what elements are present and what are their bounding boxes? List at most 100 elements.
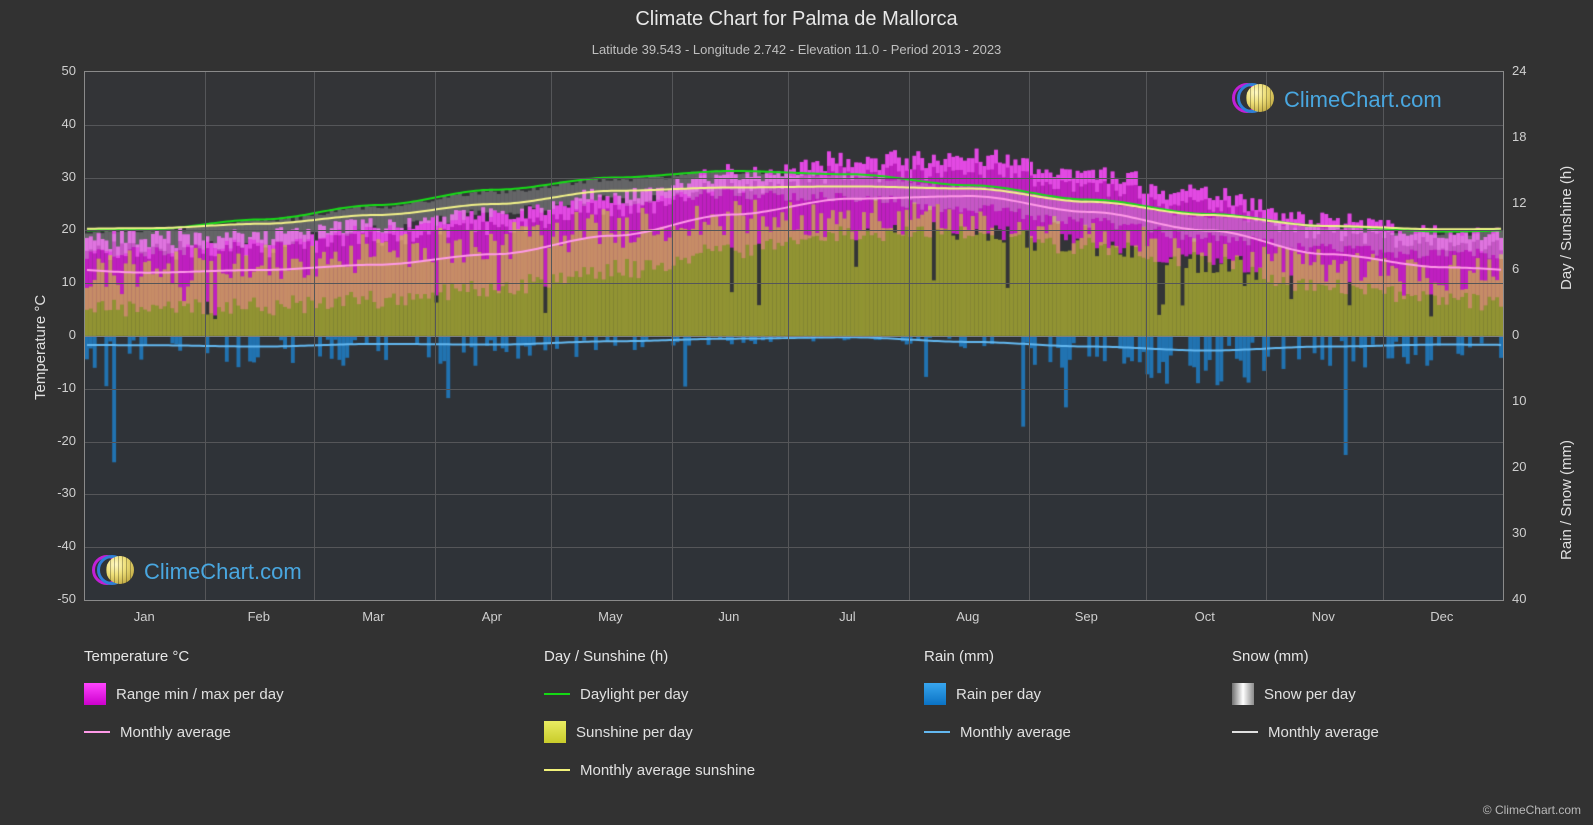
right-lower-axis-tick-label: 20 (1512, 459, 1527, 474)
gridline-vertical (788, 72, 790, 600)
legend-column: Day / Sunshine (h) Daylight per day Sunshi… (544, 648, 755, 793)
x-axis-tick-label: Jun (718, 609, 740, 624)
legend-item-label: Snow per day (1264, 685, 1356, 703)
right-upper-axis-tick-label: 0 (1512, 327, 1520, 342)
left-axis-tick-label: -40 (57, 538, 76, 554)
page-title: Climate Chart for Palma de Mallorca (635, 8, 958, 30)
left-axis-tick-label: 10 (61, 274, 76, 290)
gridline-horizontal (85, 283, 1503, 285)
gridline-horizontal (85, 388, 1503, 390)
right-lower-axis-tick-label: 10 (1512, 393, 1527, 408)
right-upper-axis-tick-label: 12 (1512, 195, 1527, 210)
legend-column-title: Day / Sunshine (h) (544, 648, 669, 665)
gridline-horizontal (85, 177, 1503, 179)
left-axis-tick-label: 30 (61, 168, 76, 184)
gridline-vertical (551, 72, 553, 600)
legend-item[interactable]: Range min / max per day (84, 679, 284, 709)
legend-column-title: Temperature °C (84, 648, 190, 665)
legend-swatch-box (544, 721, 566, 743)
gridline-horizontal (85, 124, 1503, 126)
left-axis-tick-label: -10 (57, 379, 76, 395)
legend-item[interactable]: Sunshine per day (544, 717, 755, 747)
legend-swatch-line (924, 731, 950, 733)
right-upper-axis-tick-label: 6 (1512, 261, 1520, 276)
legend-item-label: Monthly average (1268, 723, 1379, 741)
gridline-vertical (1382, 72, 1384, 600)
gridline-vertical (908, 72, 910, 600)
legend-swatch-line (1232, 731, 1258, 733)
legend-item[interactable]: Monthly average (1232, 717, 1379, 747)
right-upper-axis-tick-label: 18 (1512, 129, 1527, 144)
x-axis-tick-label: Apr (481, 609, 503, 624)
x-axis-tick-label: Jul (839, 609, 856, 624)
logo-text-2: Chart.com (200, 559, 302, 584)
legend-column: Rain (mm) Rain per day Monthly average (924, 648, 1071, 755)
logo-text-2: Chart.com (1340, 87, 1442, 112)
x-axis-tick-label: Dec (1430, 609, 1454, 624)
x-axis-tick-label: Oct (1194, 609, 1215, 624)
copyright-note: © ClimeChart.com (1482, 803, 1581, 817)
gridline-vertical (1145, 72, 1147, 600)
left-axis-tick-label: 40 (61, 115, 76, 131)
gridline-horizontal (85, 230, 1503, 232)
left-axis-tick-label: -20 (57, 432, 76, 448)
left-axis-tick-label: 20 (61, 221, 76, 237)
legend-swatch-box (924, 683, 946, 705)
legend-item-label: Monthly average (120, 723, 231, 741)
logo-watermark-bottom: Clime Chart.com (92, 552, 302, 592)
legend-item-label: Sunshine per day (576, 723, 693, 741)
climechart-logo-icon (92, 552, 138, 592)
legend-swatch-line (544, 769, 570, 771)
legend-item[interactable]: Monthly average (84, 717, 284, 747)
logo-text-1: Clime (144, 559, 201, 584)
legend-item-label: Range min / max per day (116, 685, 284, 703)
legend-item[interactable]: Daylight per day (544, 679, 755, 709)
legend-swatch-box (1232, 683, 1254, 705)
gridline-vertical (314, 72, 316, 600)
legend-item[interactable]: Monthly average (924, 717, 1071, 747)
right-lower-axis-tick-label: 40 (1512, 591, 1527, 606)
x-axis-tick-label: Jan (133, 609, 155, 624)
left-axis-tick-label: 50 (61, 63, 76, 78)
climechart-logo-icon (1232, 80, 1278, 120)
legend-column-title: Rain (mm) (924, 648, 994, 665)
chart-legend: Temperature °C Range min / max per day Mon… (84, 648, 1544, 808)
x-axis-tick-label: Nov (1311, 609, 1335, 624)
page-subtitle: Latitude 39.543 - Longitude 2.742 - Elev… (591, 42, 1002, 57)
gridline-vertical (1029, 72, 1031, 600)
legend-item[interactable]: Monthly average sunshine (544, 755, 755, 785)
gridline-horizontal (85, 441, 1503, 443)
right-upper-axis-tick-label: 24 (1512, 63, 1527, 78)
gridline-horizontal (85, 494, 1503, 496)
left-axis-tick-label: -50 (57, 591, 76, 606)
legend-swatch-line (84, 731, 110, 733)
x-axis-tick-label: May (598, 609, 623, 624)
legend-item-label: Daylight per day (580, 685, 689, 703)
legend-swatch-box (84, 683, 106, 705)
legend-column: Temperature °C Range min / max per day Mon… (84, 648, 284, 755)
legend-column-title: Snow (mm) (1232, 648, 1309, 665)
gridline-horizontal (85, 547, 1503, 549)
right-lower-axis-title: Rain / Snow (mm) (1558, 439, 1575, 560)
x-axis-tick-label: Feb (247, 609, 271, 624)
right-lower-axis-tick-label: 30 (1512, 525, 1527, 540)
climate-chart: Climate Chart for Palma de Mallorca Lati… (0, 0, 1593, 825)
plot-area (84, 71, 1504, 601)
logo-watermark-top: Clime Chart.com (1232, 80, 1442, 120)
legend-item[interactable]: Rain per day (924, 679, 1071, 709)
gridline-vertical (205, 72, 207, 600)
logo-text-1: Clime (1284, 87, 1341, 112)
gridline-vertical (1266, 72, 1268, 600)
legend-item-label: Rain per day (956, 685, 1042, 703)
gridline-vertical (671, 72, 673, 600)
x-axis-tick-label: Aug (956, 609, 980, 624)
legend-column: Snow (mm) Snow per day Monthly average (1232, 648, 1379, 755)
left-axis-tick-label: 0 (68, 327, 76, 342)
legend-item[interactable]: Snow per day (1232, 679, 1379, 709)
left-axis-tick-label: -30 (57, 485, 76, 501)
legend-swatch-line (544, 693, 570, 695)
x-axis-tick-label: Sep (1074, 609, 1098, 624)
gridline-horizontal (85, 336, 1503, 337)
legend-item-label: Monthly average sunshine (580, 761, 756, 779)
gridline-vertical (434, 72, 436, 600)
